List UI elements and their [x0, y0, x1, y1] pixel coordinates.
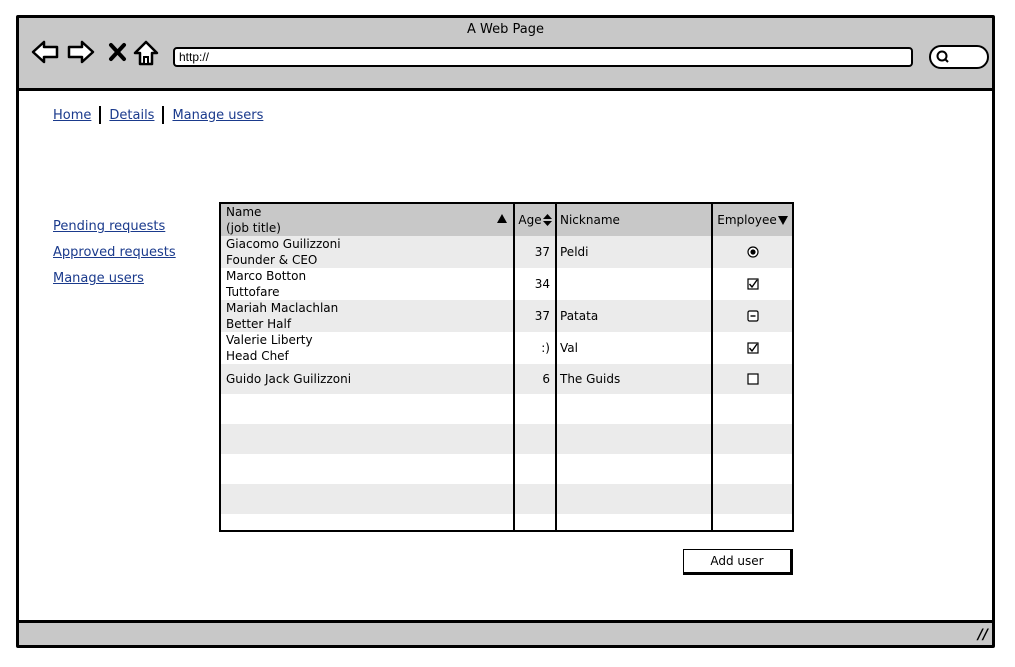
table-row[interactable]: Guido Jack Guilizzoni 6 The Guids — [221, 364, 792, 394]
employee-checkbox-unchecked[interactable] — [746, 373, 759, 385]
row-name: Marco Botton — [226, 269, 307, 283]
header-age[interactable]: Age — [515, 204, 555, 236]
sidebar-item-pending-requests[interactable]: Pending requests — [53, 219, 165, 234]
breadcrumb-manage-users-link[interactable]: Manage users — [172, 108, 263, 123]
breadcrumb-separator — [99, 106, 102, 124]
breadcrumb-separator — [162, 106, 165, 124]
row-age: 6 — [542, 372, 550, 386]
back-arrow-icon[interactable] — [31, 40, 59, 64]
row-nickname — [557, 268, 707, 300]
column-divider — [513, 204, 515, 530]
search-field[interactable] — [929, 45, 989, 69]
row-age: :) — [541, 341, 550, 355]
row-name: Guido Jack Guilizzoni — [226, 372, 352, 386]
row-name: Mariah Maclachlan — [226, 301, 339, 315]
sort-toggle-icon — [542, 214, 552, 226]
add-user-button[interactable]: Add user — [683, 549, 793, 575]
dropdown-arrow-icon — [777, 215, 788, 225]
resize-grip-icon[interactable]: // — [978, 627, 988, 643]
sort-ascending-icon — [497, 214, 507, 223]
sidebar-item-approved-requests[interactable]: Approved requests — [53, 245, 176, 260]
header-age-label: Age — [518, 213, 542, 227]
url-input[interactable] — [173, 47, 913, 67]
users-table: Name (job title) Age Nickname Employee G… — [219, 202, 794, 532]
sidebar-item-manage-users[interactable]: Manage users — [53, 271, 144, 286]
row-title: Head Chef — [226, 349, 289, 363]
row-age: 34 — [534, 277, 550, 291]
table-row-empty — [221, 454, 792, 484]
breadcrumb-home-link[interactable]: Home — [53, 108, 91, 123]
search-icon — [936, 50, 949, 63]
forward-arrow-icon[interactable] — [67, 40, 95, 64]
header-name-label: Name — [226, 205, 262, 219]
table-row[interactable]: Marco Botton Tuttofare 34 — [221, 268, 792, 300]
table-row[interactable]: Giacomo Guilizzoni Founder & CEO 37 Peldi — [221, 236, 792, 268]
table-row-empty — [221, 394, 792, 424]
status-bar: // — [19, 620, 992, 645]
row-nickname: Patata — [560, 309, 599, 323]
table-row-empty — [221, 484, 792, 514]
header-nickname[interactable]: Nickname — [557, 204, 707, 236]
employee-checkbox-indeterminate[interactable] — [746, 310, 759, 322]
row-title: Better Half — [226, 317, 292, 331]
title-bar: A Web Page — [19, 18, 992, 91]
employee-radio-selected[interactable] — [746, 246, 759, 258]
row-title: Tuttofare — [226, 285, 280, 299]
header-name[interactable]: Name (job title) — [226, 204, 509, 236]
row-nickname: Val — [560, 341, 578, 355]
row-title: Founder & CEO — [226, 253, 318, 267]
table-row[interactable]: Valerie Liberty Head Chef :) Val — [221, 332, 792, 364]
employee-checkbox-checked[interactable] — [746, 342, 759, 354]
column-divider — [555, 204, 557, 530]
row-age: 37 — [534, 309, 550, 323]
header-name-sublabel: (job title) — [226, 221, 281, 235]
breadcrumb-details-link[interactable]: Details — [109, 108, 154, 123]
header-employee-label: Employee — [717, 213, 777, 227]
employee-checkbox-checked[interactable] — [746, 278, 759, 290]
header-employee[interactable]: Employee — [713, 204, 792, 236]
row-age: 37 — [534, 245, 550, 259]
table-header-row: Name (job title) Age Nickname Employee — [221, 204, 792, 236]
browser-window: A Web Page Home Details Manage users — [16, 15, 995, 648]
table-row-empty — [221, 424, 792, 454]
row-nickname: Peldi — [560, 245, 589, 259]
breadcrumb: Home Details Manage users — [53, 106, 263, 124]
home-icon[interactable] — [133, 40, 159, 66]
row-name: Valerie Liberty — [226, 333, 313, 347]
window-title: A Web Page — [467, 22, 544, 37]
column-divider — [711, 204, 713, 530]
sidebar: Pending requests Approved requests Manag… — [53, 215, 176, 293]
table-row[interactable]: Mariah Maclachlan Better Half 37 Patata — [221, 300, 792, 332]
row-nickname: The Guids — [560, 372, 621, 386]
stop-icon[interactable] — [108, 40, 128, 64]
row-name: Giacomo Guilizzoni — [226, 237, 341, 251]
